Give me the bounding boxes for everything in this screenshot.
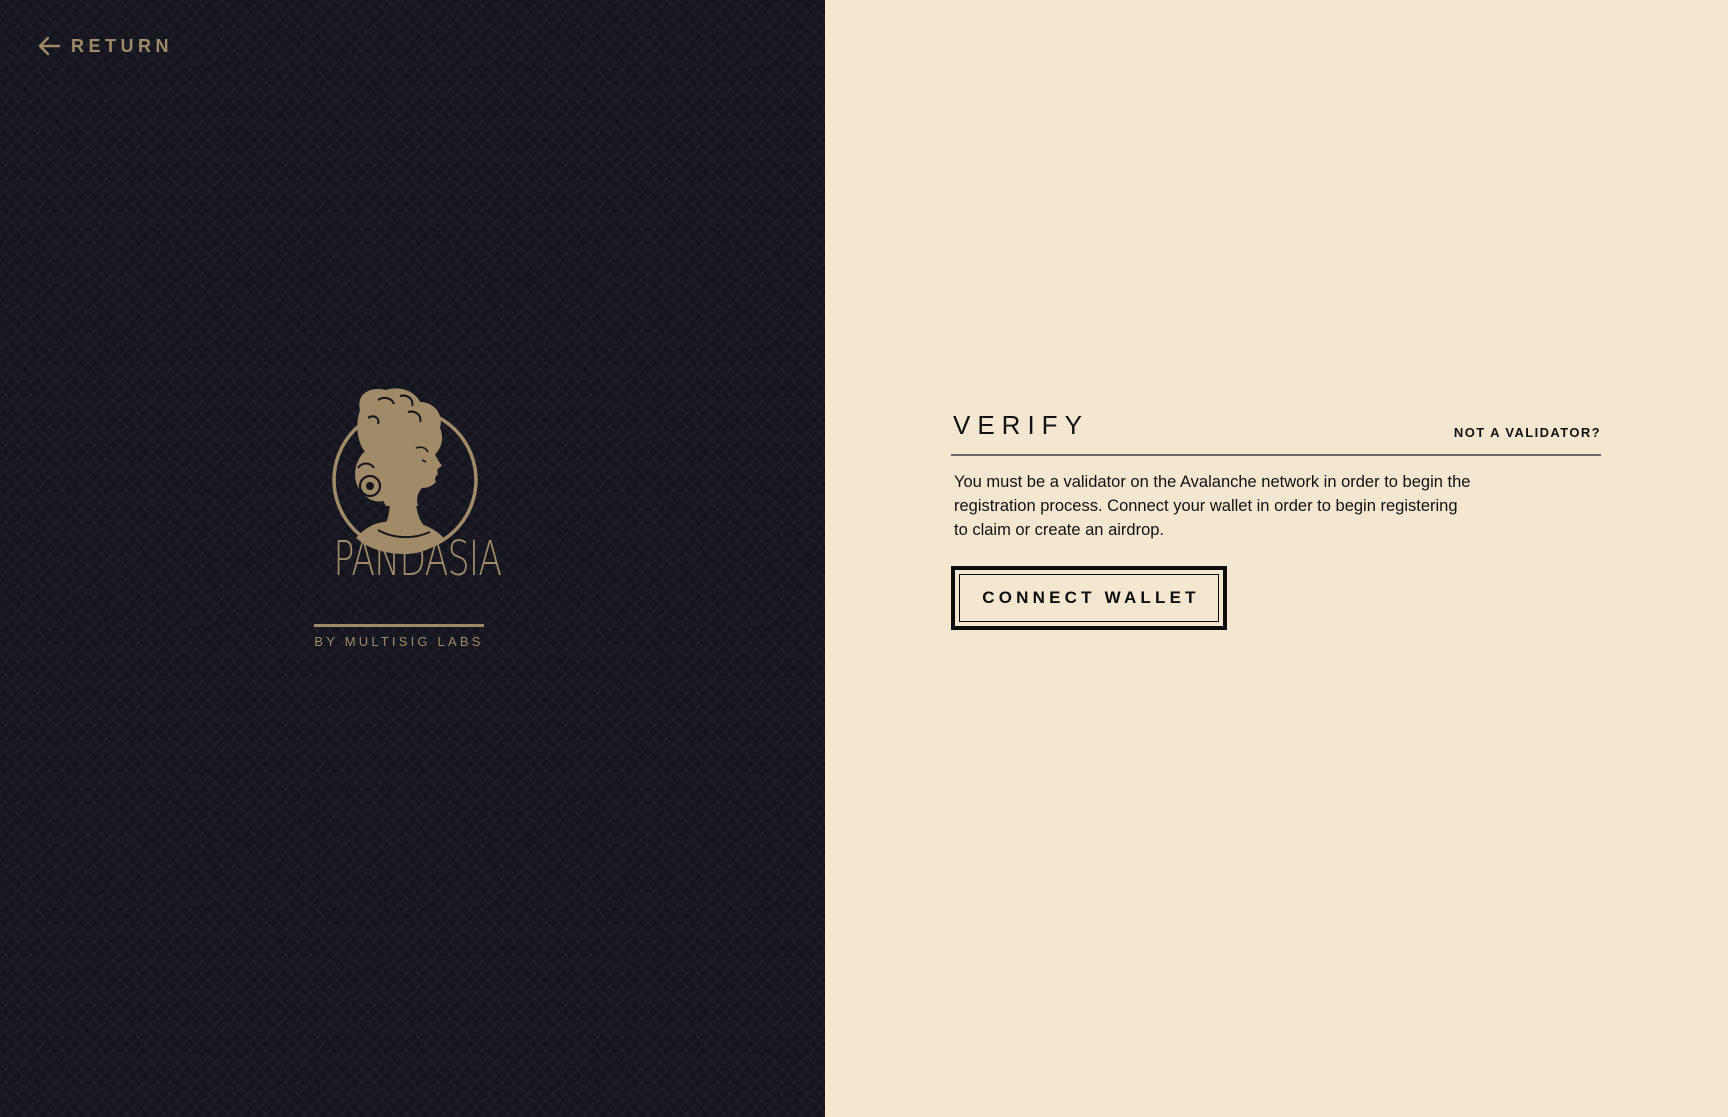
pandasia-logo: PANDASIA BY MULTISIG LABS	[308, 388, 502, 654]
return-link[interactable]: RETURN	[37, 34, 173, 58]
connect-wallet-button-inner: CONNECT WALLET	[959, 574, 1219, 622]
verify-description: You must be a validator on the Avalanche…	[954, 473, 1471, 539]
brand-divider	[314, 624, 484, 627]
brand-subtitle: BY MULTISIG LABS	[314, 634, 484, 649]
verify-page: RETURN PANDASIA BY MULTISIG LABS VERIFY …	[0, 0, 1728, 1117]
return-label: RETURN	[71, 35, 173, 56]
verify-panel: VERIFY NOT A VALIDATOR? You must be a va…	[825, 0, 1728, 1117]
not-a-validator-link[interactable]: NOT A VALIDATOR?	[1454, 425, 1601, 440]
arrow-left-icon	[38, 36, 61, 56]
connect-wallet-label: CONNECT WALLET	[982, 588, 1200, 607]
verify-section: VERIFY NOT A VALIDATOR? You must be a va…	[951, 404, 1601, 630]
page-title: VERIFY	[953, 410, 1089, 440]
brand-panel: RETURN PANDASIA BY MULTISIG LABS	[0, 0, 825, 1117]
verify-header: VERIFY NOT A VALIDATOR?	[951, 404, 1601, 456]
connect-wallet-button[interactable]: CONNECT WALLET	[951, 566, 1227, 630]
brand-wordmark: PANDASIA	[333, 531, 502, 587]
